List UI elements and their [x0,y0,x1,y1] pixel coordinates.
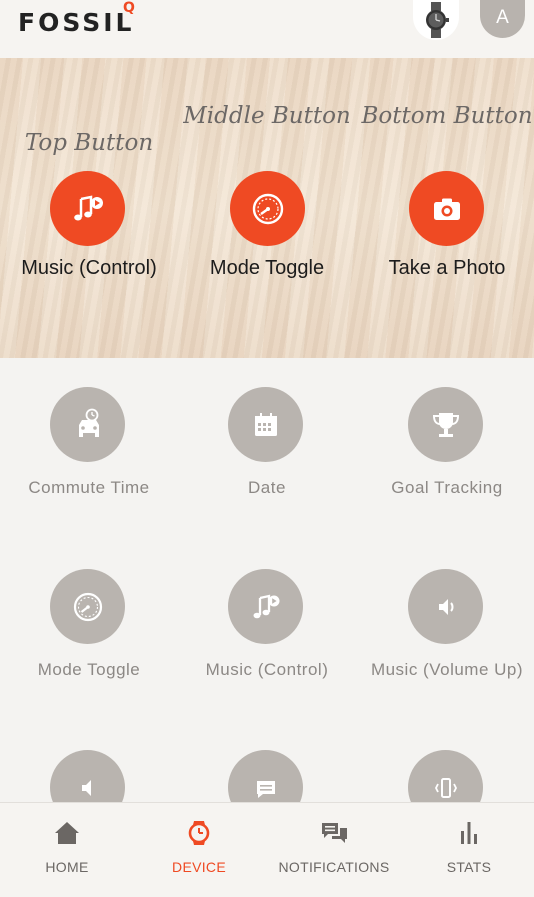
music-icon [73,194,103,220]
nav-notifications[interactable]: NOTIFICATIONS [267,803,401,897]
bar-chart-icon [461,822,477,844]
action-label: Goal Tracking [391,478,503,497]
action-circle[interactable] [408,750,483,802]
bottom-button-label: Take a Photo [388,257,506,279]
vibrate-icon [434,777,457,798]
brand-logo: FOSSIL [18,8,135,37]
home-icon [55,822,79,844]
calendar-icon [254,412,277,436]
middle-button-column: Middle Button Mode Toggle [178,58,356,358]
trophy-icon [432,412,459,437]
bottom-button-circle[interactable] [409,171,484,246]
top-button-title: Top Button [24,130,154,156]
action-label: Music (Volume Up) [370,660,524,679]
gauge-icon [73,592,102,621]
bottom-button-column: Bottom Button Take a Photo [358,58,534,358]
action-label: Commute Time [28,478,150,497]
bottom-button-title: Bottom Button [361,103,533,129]
action-circle[interactable] [50,569,125,644]
middle-button-circle[interactable] [230,171,305,246]
top-button-column: Top Button Music (Control) [0,58,178,358]
watch-avatar[interactable] [413,0,459,40]
commute-car-icon [78,408,99,437]
action-circle[interactable] [228,750,303,802]
music-icon [253,594,279,618]
action-label: Date [248,478,286,497]
watch-icon [426,2,449,38]
button-assignments-panel: Top Button Music (Control) Middle Button… [0,58,534,358]
middle-button-title: Middle Button [183,103,351,129]
bottom-navigation: HOME DEVICE NOTIFICATIONS STATS [0,802,534,897]
nav-home[interactable]: HOME [0,803,134,897]
action-label: Music (Control) [205,660,329,679]
volume-up-icon [438,598,453,615]
nav-stats-label: STATS [446,859,492,875]
top-button-label: Music (Control) [21,257,157,279]
action-label: Mode Toggle [37,660,141,679]
top-button-circle[interactable] [50,171,125,246]
camera-icon [433,198,460,220]
action-circle[interactable] [228,387,303,462]
action-circle[interactable] [408,387,483,462]
top-header: FOSSIL Q A [0,0,534,58]
action-circle[interactable] [50,750,125,802]
action-circle[interactable] [228,569,303,644]
user-avatar[interactable]: A [480,0,525,38]
watch-icon [188,821,210,845]
middle-button-label: Mode Toggle [209,257,325,279]
nav-home-label: HOME [45,859,89,875]
message-icon [256,780,275,798]
gauge-icon [252,193,283,224]
nav-device[interactable]: DEVICE [132,803,266,897]
nav-device-label: DEVICE [172,859,226,875]
action-circle[interactable] [408,569,483,644]
nav-notifications-label: NOTIFICATIONS [278,859,390,875]
chat-bubbles-icon [322,823,347,843]
brand-superscript: Q [123,0,135,16]
volume-down-icon [81,779,91,796]
action-circle[interactable] [50,387,125,462]
nav-stats[interactable]: STATS [402,803,534,897]
action-grid: Commute Time Date Goal Tracking Mode Tog… [0,358,534,802]
